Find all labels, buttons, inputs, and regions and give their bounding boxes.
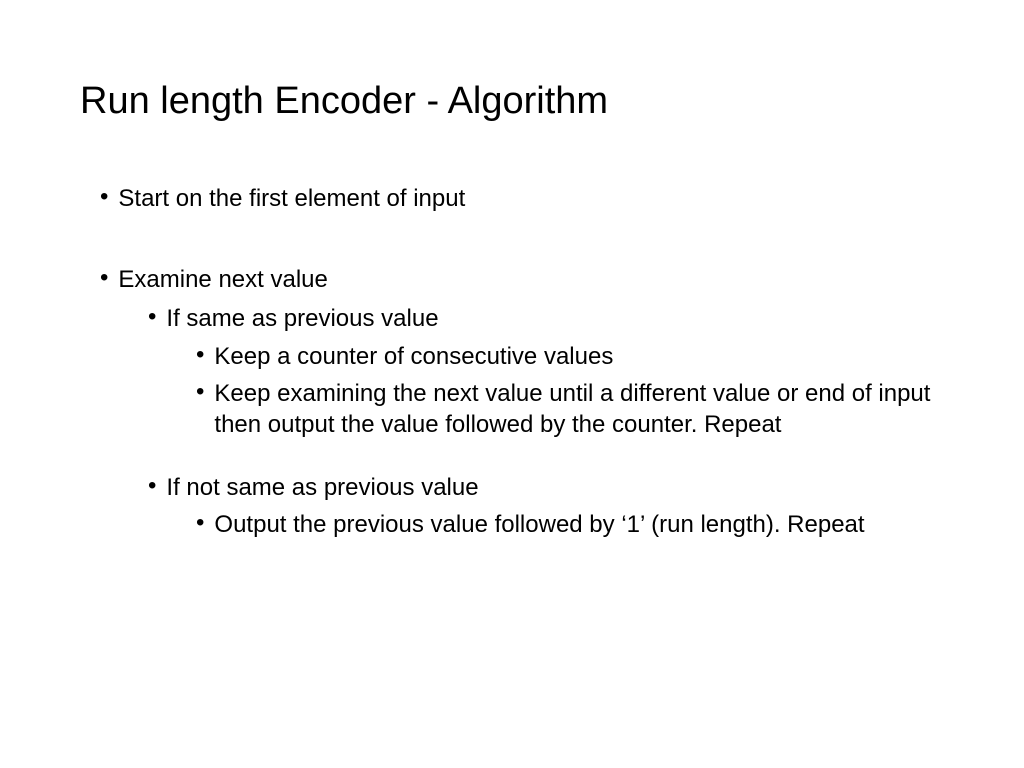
slide-title: Run length Encoder - Algorithm <box>80 80 944 123</box>
bullet-dot-icon: • <box>196 509 204 540</box>
bullet-dot-icon: • <box>100 264 108 295</box>
bullet-level-3: • Keep a counter of consecutive values <box>100 341 944 372</box>
bullet-text: If not same as previous value <box>166 472 478 503</box>
slide-content: • Start on the first element of input • … <box>80 183 944 541</box>
bullet-level-2: • If same as previous value <box>100 303 944 334</box>
bullet-level-3: • Keep examining the next value until a … <box>100 378 944 440</box>
bullet-dot-icon: • <box>100 183 108 214</box>
bullet-text: Keep examining the next value until a di… <box>214 378 944 440</box>
bullet-text: Start on the first element of input <box>118 183 465 214</box>
bullet-dot-icon: • <box>148 472 156 503</box>
bullet-text: Output the previous value followed by ‘1… <box>214 509 864 540</box>
bullet-text: If same as previous value <box>166 303 438 334</box>
bullet-text: Examine next value <box>118 264 327 295</box>
bullet-dot-icon: • <box>196 341 204 372</box>
bullet-level-2: • If not same as previous value <box>100 472 944 503</box>
bullet-dot-icon: • <box>148 303 156 334</box>
bullet-level-1: • Examine next value <box>100 264 944 295</box>
bullet-text: Keep a counter of consecutive values <box>214 341 613 372</box>
bullet-dot-icon: • <box>196 378 204 440</box>
bullet-level-3: • Output the previous value followed by … <box>100 509 944 540</box>
bullet-level-1: • Start on the first element of input <box>100 183 944 214</box>
